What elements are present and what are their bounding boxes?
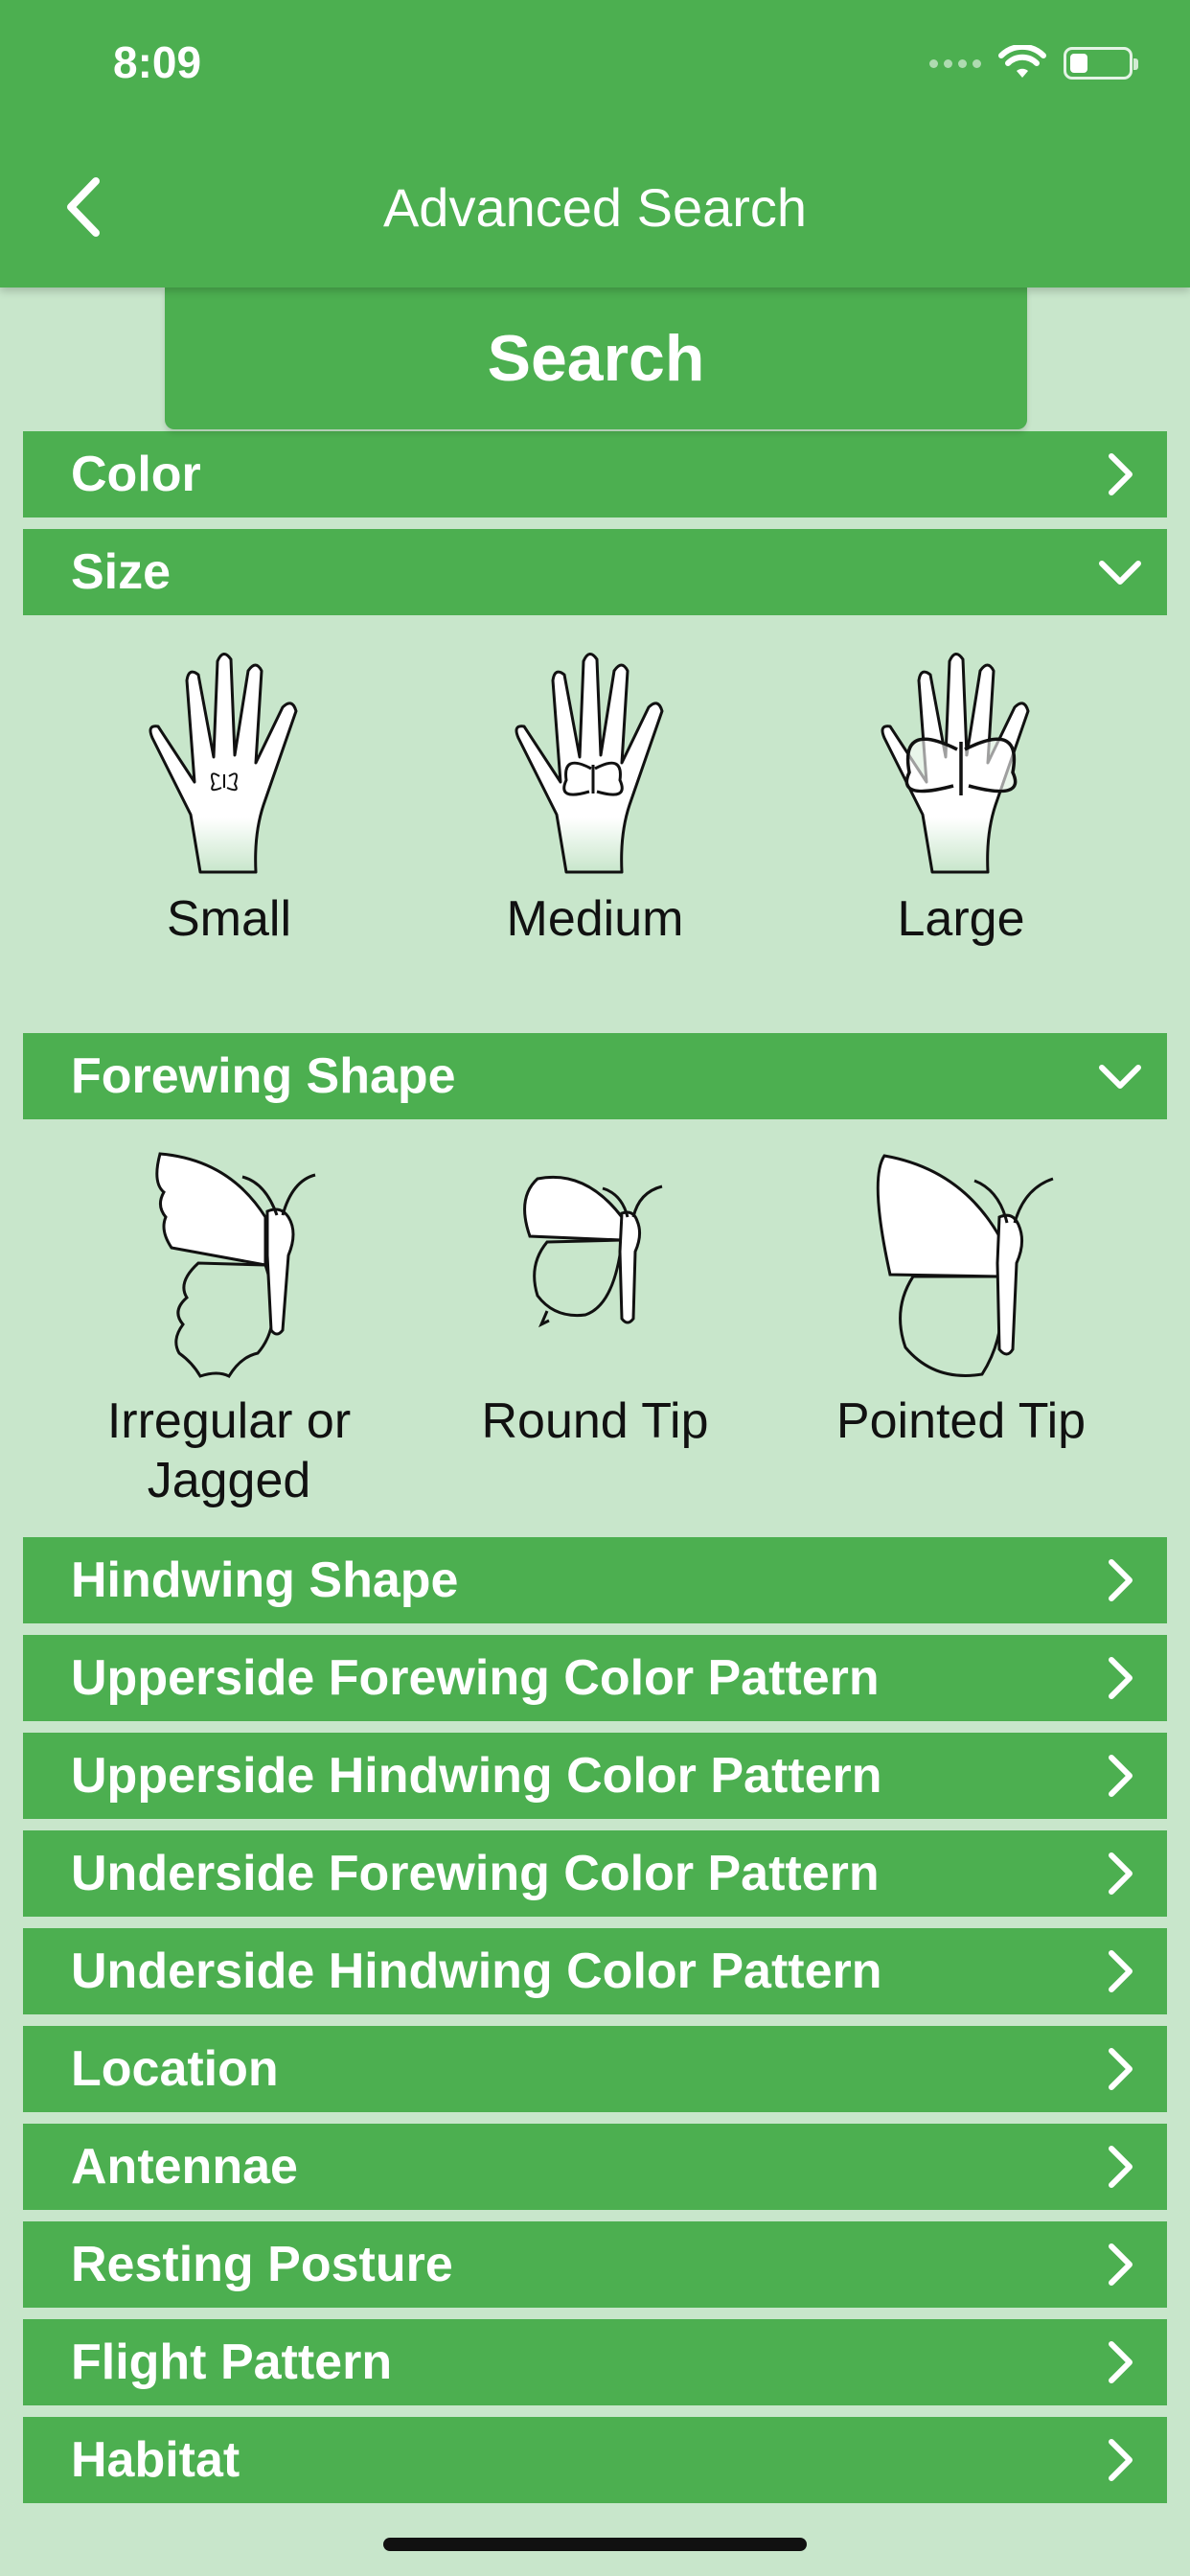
section-antennae[interactable]: Antennae [23,2124,1167,2210]
butterfly-round-tip-icon [523,1175,663,1328]
option-label: Large [897,891,1025,947]
page-title: Advanced Search [382,177,808,238]
option-label: Irregular or Jagged [106,1393,352,1508]
section-color[interactable]: Color [23,431,1167,518]
section-label: Size [71,544,172,600]
section-underside-hindwing-color-pattern[interactable]: Underside Hindwing Color Pattern [23,1928,1167,2014]
section-resting-posture[interactable]: Resting Posture [23,2221,1167,2308]
option-label: Round Tip [481,1393,709,1449]
hand-small-butterfly-icon [149,653,298,874]
section-label: Antennae [71,2139,298,2195]
section-label: Resting Posture [71,2237,453,2292]
chevron-right-icon [1098,2438,1142,2482]
chevron-right-icon [1098,2145,1142,2189]
section-hindwing-shape[interactable]: Hindwing Shape [23,1537,1167,1623]
section-label: Upperside Forewing Color Pattern [71,1650,880,1706]
section-forewing-shape[interactable]: Forewing Shape [23,1033,1167,1119]
section-location[interactable]: Location [23,2026,1167,2112]
option-label: Small [166,891,292,947]
wifi-icon [998,45,1046,78]
section-label: Underside Forewing Color Pattern [71,1846,880,1901]
section-upperside-hindwing-color-pattern[interactable]: Upperside Hindwing Color Pattern [23,1733,1167,1819]
chevron-right-icon [1098,1754,1142,1798]
size-option-small[interactable]: Small [94,642,364,949]
chevron-right-icon [1098,1656,1142,1700]
navigation-bar: 8:09 Advanced Search [0,0,1190,288]
chevron-down-icon [1098,1054,1142,1098]
section-label: Flight Pattern [71,2334,393,2390]
option-label: Medium [506,891,684,947]
chevron-right-icon [1098,2242,1142,2287]
hand-large-butterfly-icon [881,653,1030,874]
butterfly-irregular-wing-icon [155,1152,316,1378]
home-indicator[interactable] [383,2538,807,2551]
size-option-medium[interactable]: Medium [460,642,730,949]
butterfly-pointed-tip-icon [876,1154,1054,1377]
chevron-right-icon [1098,2047,1142,2091]
section-label: Color [71,447,201,502]
search-button[interactable]: Search [165,288,1027,429]
section-flight-pattern[interactable]: Flight Pattern [23,2319,1167,2405]
forewing-option-irregular[interactable]: Irregular or Jagged [65,1150,393,1510]
section-label: Upperside Hindwing Color Pattern [71,1748,882,1804]
battery-icon [1064,47,1138,80]
chevron-down-icon [1098,550,1142,594]
status-time: 8:09 [113,37,202,87]
signal-icon [929,58,981,68]
forewing-option-round-tip[interactable]: Round Tip [460,1150,730,1451]
section-label: Forewing Shape [71,1048,456,1104]
status-icons [929,40,1138,86]
section-habitat[interactable]: Habitat [23,2417,1167,2503]
forewing-option-pointed-tip[interactable]: Pointed Tip [797,1150,1125,1451]
chevron-right-icon [1098,1558,1142,1602]
advanced-search-screen: 8:09 Advanced Search Search Color Size S… [0,0,1190,2576]
chevron-right-icon [1098,1949,1142,1993]
section-underside-forewing-color-pattern[interactable]: Underside Forewing Color Pattern [23,1830,1167,1917]
section-label: Hindwing Shape [71,1552,459,1608]
chevron-right-icon [1098,452,1142,496]
option-label: Pointed Tip [835,1393,1087,1449]
chevron-right-icon [1098,1852,1142,1896]
search-button-label: Search [487,322,705,395]
section-upperside-forewing-color-pattern[interactable]: Upperside Forewing Color Pattern [23,1635,1167,1721]
section-label: Location [71,2041,279,2097]
hand-medium-butterfly-icon [515,653,664,874]
section-size[interactable]: Size [23,529,1167,615]
chevron-right-icon [1098,2340,1142,2384]
size-option-large[interactable]: Large [826,642,1096,949]
section-label: Underside Hindwing Color Pattern [71,1944,882,1999]
section-label: Habitat [71,2432,240,2488]
